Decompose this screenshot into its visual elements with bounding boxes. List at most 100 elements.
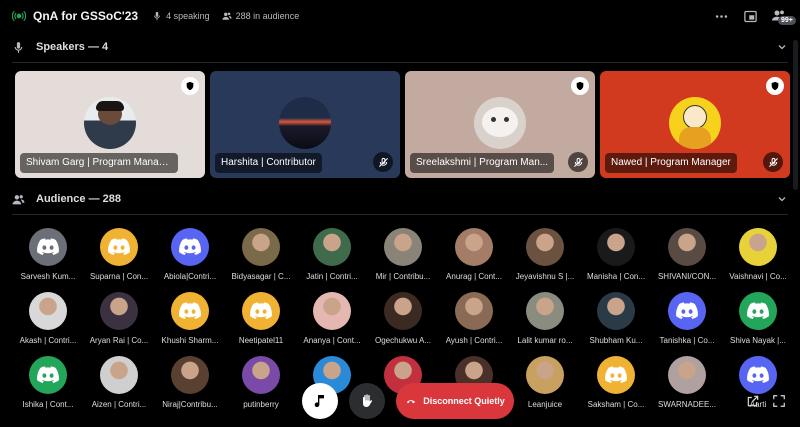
discord-logo-icon	[179, 238, 201, 256]
speaker-avatar	[474, 96, 526, 149]
chevron-down-icon[interactable]	[776, 193, 788, 205]
avatar	[526, 228, 564, 266]
speaker-avatar	[84, 96, 136, 149]
audience-member-name: Suparna | Con...	[89, 272, 149, 281]
audience-member-name: SHIVANI/CON...	[657, 272, 717, 281]
muted-indicator	[568, 152, 588, 172]
audience-member[interactable]: Khushi Sharm...	[154, 292, 226, 345]
audience-member[interactable]: Abiola|Contri...	[154, 228, 226, 281]
more-options-icon[interactable]	[714, 9, 729, 24]
audience-member[interactable]: Jatin | Contri...	[296, 228, 368, 281]
avatar	[313, 228, 351, 266]
avatar	[597, 228, 635, 266]
avatar	[739, 228, 777, 266]
audience-member[interactable]: Suparna | Con...	[83, 228, 155, 281]
speaking-count: 4 speaking	[152, 11, 210, 21]
audience-member-name: Khushi Sharm...	[161, 336, 219, 345]
audience-member[interactable]: SHIVANI/CON...	[651, 228, 723, 281]
avatar	[29, 228, 67, 266]
audience-member-name: Bidyasagar | C...	[231, 272, 291, 281]
avatar	[739, 292, 777, 330]
muted-indicator	[373, 152, 393, 172]
audience-member[interactable]: Neetipatel11	[225, 292, 297, 345]
section-divider	[12, 214, 788, 215]
speaker-tile[interactable]: Nawed | Program Manager	[600, 71, 790, 178]
audience-member-name: Anurag | Cont...	[446, 272, 502, 281]
people-icon	[222, 12, 232, 20]
avatar	[242, 292, 280, 330]
audience-member-name: Aryan Rai | Co...	[89, 336, 149, 345]
audience-member-name: Neetipatel11	[238, 336, 284, 345]
audience-heading: Audience — 288	[36, 193, 121, 205]
audience-member-name: Abiola|Contri...	[163, 272, 217, 281]
audience-member[interactable]: Akash | Contri...	[12, 292, 84, 345]
speaker-tile[interactable]: Harshita | Contributor	[210, 71, 400, 178]
audience-member[interactable]: Ananya | Cont...	[296, 292, 368, 345]
stage-controls: Disconnect Quietly	[0, 380, 800, 427]
audience-member[interactable]: Tanishka | Co...	[651, 292, 723, 345]
avatar	[384, 228, 422, 266]
audience-member[interactable]: Ogechukwu A...	[367, 292, 439, 345]
stage-title: QnA for GSSoC'23	[33, 9, 139, 23]
music-button[interactable]	[302, 383, 338, 419]
avatar	[597, 292, 635, 330]
audience-member[interactable]: Jeyavishnu S |...	[509, 228, 581, 281]
audience-member[interactable]: Aryan Rai | Co...	[83, 292, 155, 345]
speaker-name: Sreelakshmi | Program Man...	[410, 153, 555, 173]
avatar	[313, 292, 351, 330]
audience-count-label: 288 in audience	[235, 11, 300, 21]
audience-member[interactable]: Anurag | Cont...	[438, 228, 510, 281]
discord-logo-icon	[179, 302, 201, 320]
audience-member-name: Jatin | Contri...	[306, 272, 358, 281]
avatar	[455, 228, 493, 266]
member-list-button[interactable]: 99+	[772, 8, 796, 25]
audience-member[interactable]: Sarvesh Kum...	[12, 228, 84, 281]
speakers-section-header[interactable]: Speakers — 4	[12, 38, 788, 56]
audience-member-name: Shiva Nayak |...	[730, 336, 786, 345]
speaker-tiles: Shivam Garg | Program Manager Harshita |…	[15, 71, 790, 179]
moderator-badge	[766, 77, 784, 95]
disconnect-button[interactable]: Disconnect Quietly	[396, 383, 514, 419]
avatar	[668, 228, 706, 266]
discord-logo-icon	[676, 302, 698, 320]
speaker-tile[interactable]: Shivam Garg | Program Manager	[15, 71, 205, 178]
audience-section-header[interactable]: Audience — 288	[12, 190, 788, 208]
audience-member[interactable]: Ayush | Contri...	[438, 292, 510, 345]
raise-hand-button[interactable]	[349, 383, 385, 419]
avatar	[29, 292, 67, 330]
speakers-heading: Speakers — 4	[36, 41, 109, 53]
avatar	[455, 292, 493, 330]
audience-member-name: Lalit kumar ro...	[517, 336, 573, 345]
speaker-avatar	[279, 96, 331, 149]
speaker-avatar	[669, 96, 721, 149]
audience-member[interactable]: Shiva Nayak |...	[722, 292, 794, 345]
mic-muted-icon	[378, 157, 388, 167]
popout-icon[interactable]	[746, 394, 760, 408]
speaker-name: Harshita | Contributor	[215, 153, 322, 173]
discord-logo-icon	[250, 302, 272, 320]
section-divider	[12, 62, 788, 63]
music-note-icon	[314, 395, 324, 408]
moderator-badge	[571, 77, 589, 95]
speaker-tile[interactable]: Sreelakshmi | Program Man...	[405, 71, 595, 178]
muted-indicator	[763, 152, 783, 172]
popout-window-icon[interactable]	[743, 9, 758, 24]
chevron-down-icon[interactable]	[776, 41, 788, 53]
moderator-badge	[181, 77, 199, 95]
audience-member[interactable]: Shubham Ku...	[580, 292, 652, 345]
avatar	[171, 228, 209, 266]
raise-hand-icon	[363, 394, 373, 407]
audience-member[interactable]: Manisha | Con...	[580, 228, 652, 281]
speaker-name: Shivam Garg | Program Manager	[20, 153, 178, 173]
audience-member[interactable]: Bidyasagar | C...	[225, 228, 297, 281]
audience-member[interactable]: Mir | Contribu...	[367, 228, 439, 281]
audience-member[interactable]: Lalit kumar ro...	[509, 292, 581, 345]
speaker-name: Nawed | Program Manager	[605, 153, 737, 173]
audience-member-name: Vaishnavi | Co...	[729, 272, 787, 281]
scrollbar[interactable]	[793, 40, 798, 190]
audience-member-name: Jeyavishnu S |...	[515, 272, 575, 281]
fullscreen-icon[interactable]	[772, 394, 786, 408]
avatar	[526, 292, 564, 330]
avatar	[100, 228, 138, 266]
audience-member[interactable]: Vaishnavi | Co...	[722, 228, 794, 281]
